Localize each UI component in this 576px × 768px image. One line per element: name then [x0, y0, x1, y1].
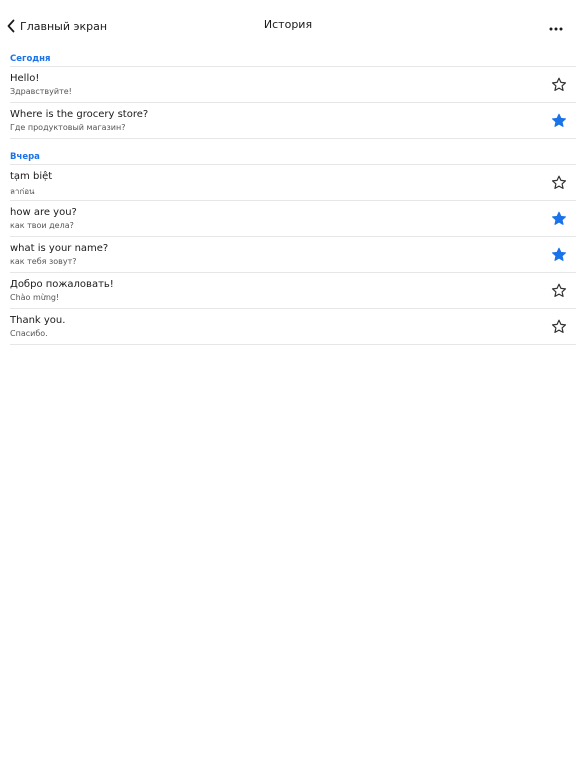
star-button[interactable]: [551, 175, 567, 191]
star-filled-icon: [552, 247, 566, 261]
section-header-yesterday: Вчера: [10, 152, 40, 162]
translation-text: Спасибо.: [10, 329, 48, 338]
star-button[interactable]: [551, 283, 567, 299]
history-item[interactable]: tạm biệt ลาก่อน: [0, 165, 576, 201]
translation-text: как твои дела?: [10, 221, 74, 230]
star-outline-icon: [551, 283, 567, 297]
star-button[interactable]: [551, 113, 567, 129]
history-item[interactable]: Hello! Здравствуйте!: [0, 67, 576, 103]
star-outline-icon: [551, 319, 567, 333]
source-text: Hello!: [10, 73, 40, 84]
translation-text: Где продуктовый магазин?: [10, 123, 126, 132]
history-item[interactable]: how are you? как твои дела?: [0, 201, 576, 237]
history-item[interactable]: Thank you. Спасибо.: [0, 309, 576, 345]
star-filled-icon: [552, 113, 566, 127]
source-text: tạm biệt: [10, 171, 53, 182]
star-outline-icon: [551, 175, 567, 189]
history-item[interactable]: Where is the grocery store? Где продукто…: [0, 103, 576, 139]
star-button[interactable]: [551, 77, 567, 93]
divider: [10, 344, 576, 345]
section-header-today: Сегодня: [10, 54, 51, 64]
history-item[interactable]: what is your name? как тебя зовут?: [0, 237, 576, 273]
source-text: Добро пожаловать!: [10, 279, 114, 290]
nav-bar: Главный экран История: [0, 0, 576, 50]
source-text: what is your name?: [10, 243, 109, 254]
translation-text: Здравствуйте!: [10, 87, 72, 96]
source-text: Where is the grocery store?: [10, 109, 149, 120]
star-button[interactable]: [551, 319, 567, 335]
source-text: how are you?: [10, 207, 77, 218]
more-horizontal-icon: [549, 16, 563, 35]
history-item[interactable]: Добро пожаловать! Chào mừng!: [0, 273, 576, 309]
translation-text: как тебя зовут?: [10, 257, 77, 266]
star-button[interactable]: [551, 247, 567, 263]
history-screen: Главный экран История Сегодня Hello! Здр…: [0, 0, 576, 768]
translation-text: Chào mừng!: [10, 293, 60, 302]
more-options-button[interactable]: [546, 16, 566, 34]
page-title: История: [263, 18, 313, 31]
star-filled-icon: [552, 211, 566, 225]
star-outline-icon: [551, 77, 567, 91]
star-button[interactable]: [551, 211, 567, 227]
divider: [10, 138, 576, 139]
source-text: Thank you.: [10, 315, 66, 326]
translation-text: ลาก่อน: [10, 187, 35, 196]
